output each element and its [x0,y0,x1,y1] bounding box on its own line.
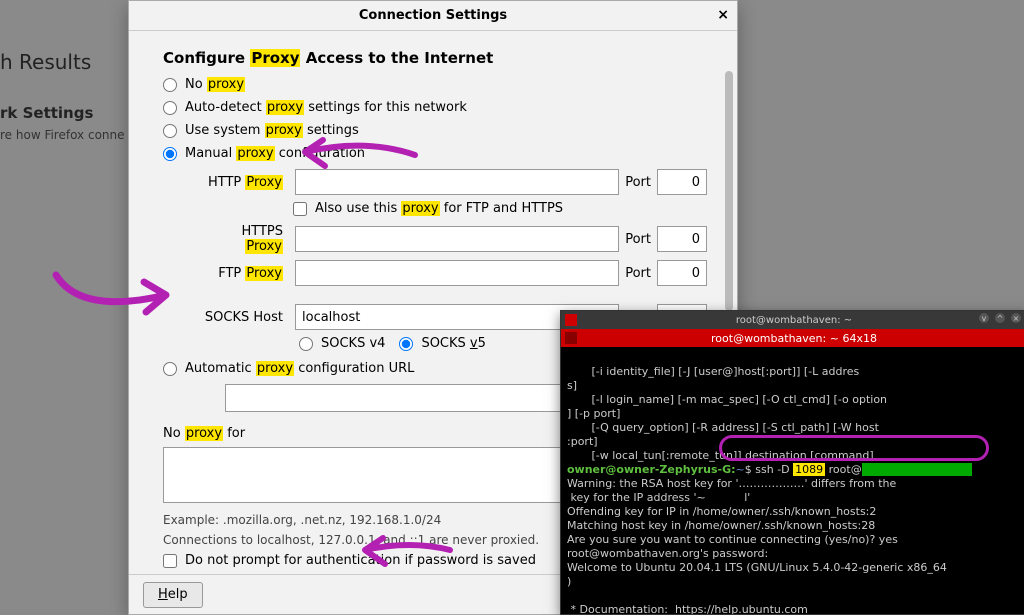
terminal-tab-titlebar: root@wombathaven: ~ 64x18 [561,329,1024,347]
radio-auto-url-input[interactable] [163,362,177,376]
terminal-tab-icon [565,332,577,344]
radio-socks-v4[interactable]: SOCKS v4 [299,336,385,351]
minimize-icon[interactable]: v [979,313,989,323]
configure-heading: Configure Proxy Access to the Internet [163,49,707,67]
http-proxy-label: HTTP Proxy [203,175,283,190]
dialog-title: Connection Settings [359,8,507,23]
radio-manual-proxy-label: Manual proxy configuration [185,146,365,161]
https-proxy-input[interactable] [295,226,619,252]
radio-system-proxy-input[interactable] [163,124,177,138]
radio-socks-v4-label: SOCKS v4 [321,336,385,351]
help-button[interactable]: Help [143,582,203,608]
terminal-app-icon [565,314,577,326]
https-port-input[interactable] [657,226,707,252]
ftp-port-label: Port [625,266,651,281]
radio-system-proxy-label: Use system proxy settings [185,123,359,138]
http-port-label: Port [625,175,651,190]
terminal-body[interactable]: [-i identity_file] [-J [user@]host[:port… [561,347,1024,614]
ftp-port-input[interactable] [657,260,707,286]
terminal-wm-titlebar[interactable]: root@wombathaven: ~ v ^ × [561,311,1024,329]
radio-auto-detect-input[interactable] [163,101,177,115]
radio-socks-v5-label: SOCKS v5 [421,336,485,351]
radio-no-proxy[interactable]: No proxy [163,77,707,92]
close-icon[interactable]: × [717,7,729,23]
radio-no-proxy-input[interactable] [163,78,177,92]
checkbox-also-use-label: Also use this proxy for FTP and HTTPS [315,201,563,216]
ftp-proxy-input[interactable] [295,260,619,286]
socks-host-label: SOCKS Host [203,310,283,325]
checkbox-no-prompt-label: Do not prompt for authentication if pass… [185,553,536,568]
https-proxy-label: HTTPS Proxy [203,224,283,254]
radio-manual-proxy-input[interactable] [163,147,177,161]
radio-auto-url-label: Automatic proxy configuration URL [185,361,414,376]
radio-socks-v5[interactable]: SOCKS v5 [399,336,485,351]
terminal-wm-title: root@wombathaven: ~ [736,315,852,326]
heading-text-pre: Configure [163,49,250,67]
radio-socks-v5-input[interactable] [399,337,413,351]
radio-auto-detect-label: Auto-detect proxy settings for this netw… [185,100,467,115]
terminal-window: root@wombathaven: ~ v ^ × root@wombathav… [560,310,1024,615]
radio-socks-v4-input[interactable] [299,337,313,351]
terminal-tab-title: root@wombathaven: ~ 64x18 [711,332,877,345]
https-port-label: Port [625,232,651,247]
radio-system-proxy[interactable]: Use system proxy settings [163,123,707,138]
radio-no-proxy-label: No proxy [185,77,245,92]
ftp-proxy-label: FTP Proxy [203,266,283,281]
dialog-titlebar: Connection Settings × [129,1,737,31]
scrollbar[interactable] [725,71,733,311]
checkbox-no-prompt-input[interactable] [163,554,177,568]
http-proxy-input[interactable] [295,169,619,195]
checkbox-also-use[interactable]: Also use this proxy for FTP and HTTPS [293,201,707,216]
heading-hl: Proxy [250,49,300,67]
radio-auto-detect[interactable]: Auto-detect proxy settings for this netw… [163,100,707,115]
heading-text-post: Access to the Internet [300,49,493,67]
window-close-icon[interactable]: × [1011,313,1021,323]
radio-manual-proxy[interactable]: Manual proxy configuration [163,146,707,161]
maximize-icon[interactable]: ^ [995,313,1005,323]
checkbox-also-use-input[interactable] [293,202,307,216]
http-port-input[interactable] [657,169,707,195]
